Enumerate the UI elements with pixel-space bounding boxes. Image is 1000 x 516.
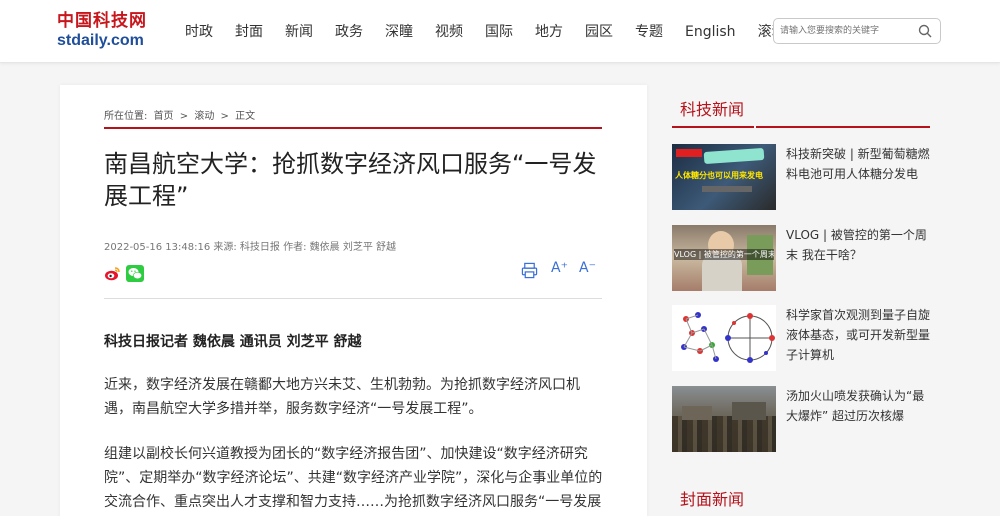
search-box (773, 18, 941, 44)
nav-item[interactable]: 地方 (535, 22, 563, 42)
site-logo[interactable]: 中国科技网 stdaily.com (57, 10, 157, 54)
divider (104, 298, 602, 299)
nav-item[interactable]: 时政 (185, 22, 213, 42)
nav-item[interactable]: English (685, 22, 736, 42)
quantum-diagram-icon (681, 312, 775, 363)
printer-icon[interactable] (521, 262, 538, 279)
nav-item[interactable]: 国际 (485, 22, 513, 42)
nav-item[interactable]: 新闻 (285, 22, 313, 42)
search-input[interactable] (780, 23, 910, 39)
news-item[interactable]: 人体糖分也可以用来发电 科技新突破 | 新型葡萄糖燃料电池可用人体糖分发电 (672, 144, 932, 210)
wechat-share-icon[interactable] (126, 265, 144, 282)
news-title[interactable]: 科技新突破 | 新型葡萄糖燃料电池可用人体糖分发电 (786, 144, 932, 184)
font-increase-button[interactable]: A⁺ (551, 260, 568, 282)
news-title[interactable]: VLOG | 被管控的第一个周末 我在干啥？ (786, 225, 932, 265)
breadcrumb-current: 正文 (235, 111, 256, 122)
search-icon[interactable] (918, 24, 932, 38)
article-card: 所在位置: 首页 > 滚动 > 正文 南昌航空大学：抢抓数字经济风口服务“一号发… (60, 85, 647, 516)
breadcrumb-home[interactable]: 首页 (154, 111, 174, 122)
article-paragraph: 组建以副校长何兴道教授为团长的“数字经济报告团”、加快建设“数字经济研究院”、定… (104, 446, 603, 510)
news-item[interactable]: 科学家首次观测到量子自旋液体基态，或可开发新型量子计算机 (672, 305, 932, 371)
news-title[interactable]: 科学家首次观测到量子自旋液体基态，或可开发新型量子计算机 (786, 305, 932, 365)
nav-item[interactable]: 深瞳 (385, 22, 413, 42)
article-paragraph: 近来，数字经济发展在赣鄱大地方兴未艾、生机勃勃。为抢抓数字经济风口机遇，南昌航空… (104, 377, 580, 417)
breadcrumb-separator: > (179, 111, 189, 122)
article-title: 南昌航空大学：抢抓数字经济风口服务“一号发展工程” (104, 150, 597, 210)
logo-en: stdaily.com (57, 32, 144, 49)
nav-item[interactable]: 专题 (635, 22, 663, 42)
nav-item[interactable]: 封面 (235, 22, 263, 42)
news-item[interactable]: 汤加火山喷发获确认为“最大爆炸” 超过历次核爆 (672, 386, 932, 452)
breadcrumb: 所在位置: 首页 > 滚动 > 正文 (104, 107, 602, 129)
breadcrumb-label: 所在位置: (104, 111, 148, 122)
logo-cn: 中国科技网 (57, 11, 147, 31)
news-item[interactable]: VLOG | 被管控的第一个周末我在干啥 VLOG | 被管控的第一个周末 我在… (672, 225, 932, 291)
breadcrumb-separator: > (220, 111, 229, 122)
font-decrease-button[interactable]: A⁻ (579, 260, 596, 282)
nav-item[interactable]: 视频 (435, 22, 463, 42)
news-thumbnail[interactable] (672, 305, 776, 371)
nav-item[interactable]: 政务 (335, 22, 363, 42)
sidebar-underline (756, 126, 930, 128)
article-byline: 科技日报记者 魏依晨 通讯员 刘芝平 舒越 (104, 334, 362, 350)
news-thumbnail[interactable]: 人体糖分也可以用来发电 (672, 144, 776, 210)
thumb-caption: 人体糖分也可以用来发电 (675, 171, 763, 180)
news-thumbnail[interactable]: VLOG | 被管控的第一个周末我在干啥 (672, 225, 776, 291)
news-title[interactable]: 汤加火山喷发获确认为“最大爆炸” 超过历次核爆 (786, 386, 932, 426)
sidebar-underline (672, 126, 754, 128)
breadcrumb-scroll[interactable]: 滚动 (194, 111, 214, 122)
nav-item[interactable]: 园区 (585, 22, 613, 42)
weibo-share-icon[interactable] (104, 265, 121, 282)
main-nav: 时政 封面 新闻 政务 深瞳 视频 国际 地方 园区 专题 English 滚动 (185, 22, 808, 42)
site-header: 中国科技网 stdaily.com 时政 封面 新闻 政务 深瞳 视频 国际 地… (0, 0, 1000, 63)
sidebar-title-tech-news[interactable]: 科技新闻 (680, 96, 744, 120)
thumb-caption: VLOG | 被管控的第一个周末我在干啥 (674, 249, 774, 260)
article-meta: 2022-05-16 13:48:16 来源: 科技日报 作者: 魏依晨 刘芝平… (104, 242, 397, 253)
news-thumbnail[interactable] (672, 386, 776, 452)
sidebar-title-cover-news[interactable]: 封面新闻 (680, 486, 744, 510)
